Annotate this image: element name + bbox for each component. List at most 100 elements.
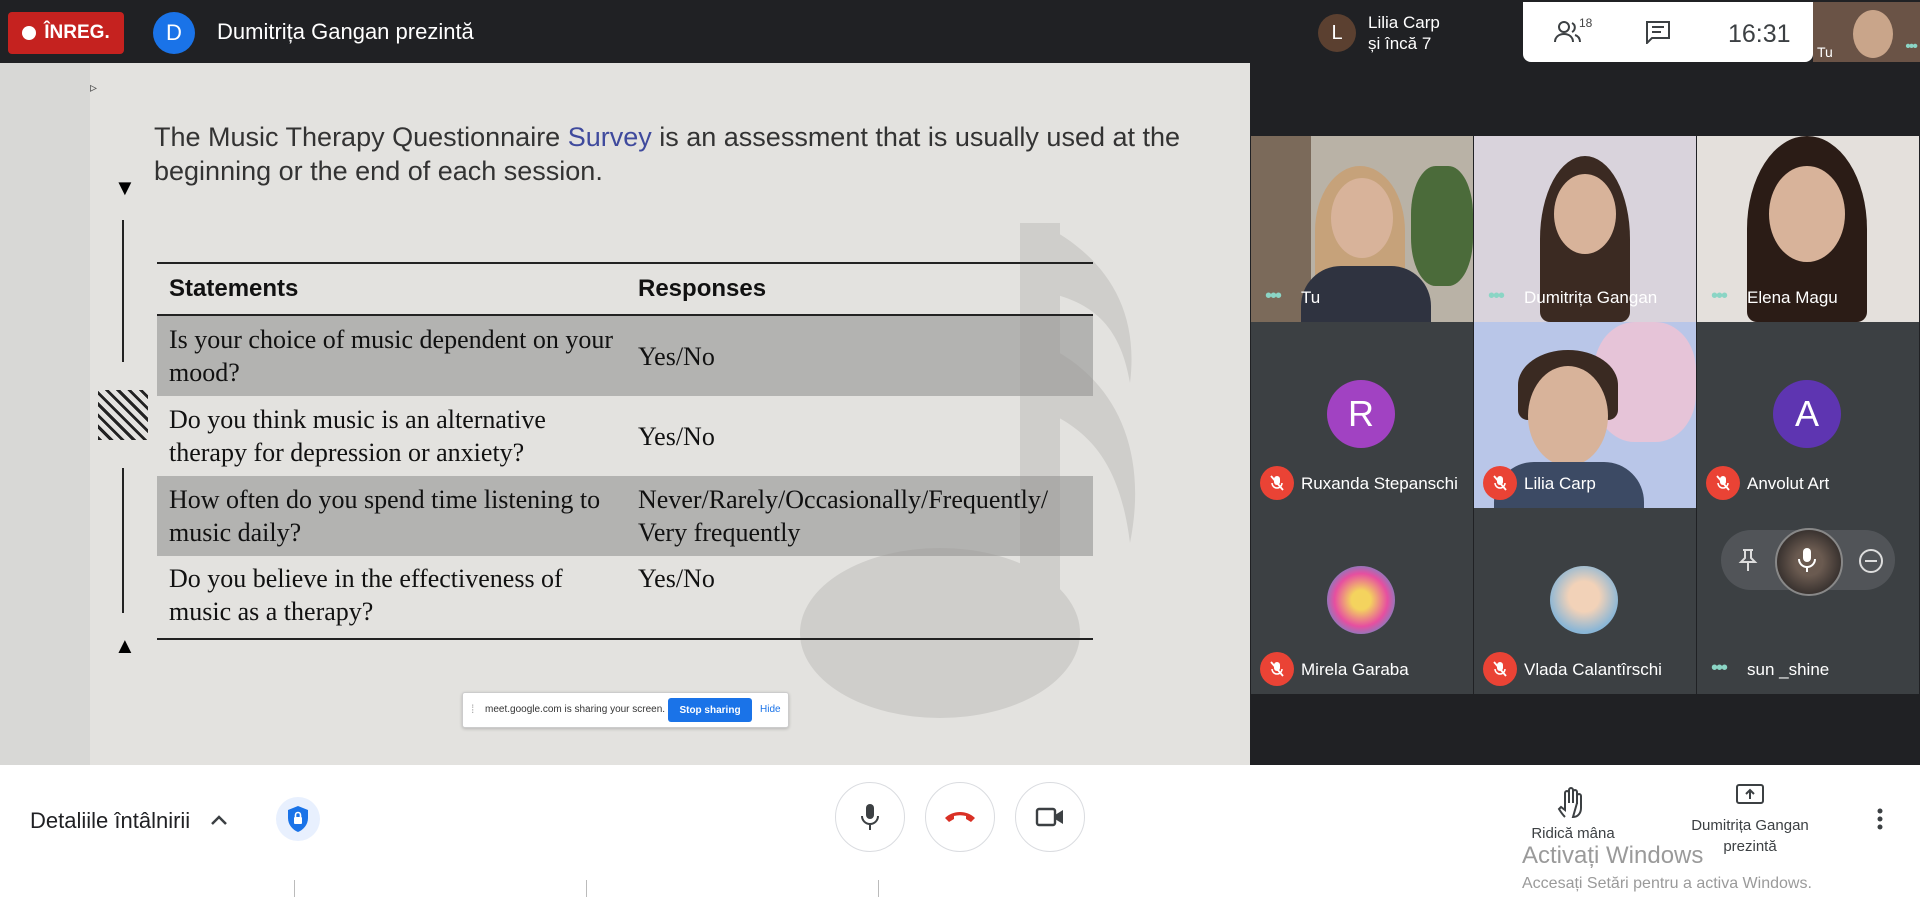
response-cell: Yes/No	[626, 315, 1093, 396]
active-speaker-text: Lilia Carp și încă 7	[1368, 12, 1440, 54]
divider	[586, 880, 587, 897]
bottom-control-bar: Detaliile întâlnirii Ridică mâna Dumitri…	[0, 765, 1920, 897]
intro-before: The Music Therapy Questionnaire	[154, 122, 568, 152]
table-header-row: Statements Responses	[157, 263, 1093, 316]
self-view-face	[1853, 10, 1893, 58]
arrow-up-icon: ▲	[114, 633, 136, 658]
participant-name: Anvolut Art	[1747, 474, 1830, 493]
presenter-avatar: D	[153, 12, 195, 54]
mic-off-icon	[1260, 466, 1294, 500]
participant-name: Elena Magu	[1747, 288, 1838, 307]
table-row: Is your choice of music dependent on you…	[157, 315, 1093, 396]
table-row: How often do you spend time listening to…	[157, 476, 1093, 556]
participant-name: Vlada Calantîrschi	[1524, 660, 1662, 679]
participant-name: Lilia Carp	[1524, 474, 1596, 493]
chevron-up-icon[interactable]	[207, 809, 231, 833]
more-dots-icon[interactable]: •••	[1488, 285, 1505, 308]
camera-button[interactable]	[1015, 782, 1085, 852]
mic-icon[interactable]	[1795, 546, 1819, 574]
participant-avatar: R	[1327, 380, 1395, 448]
recording-indicator[interactable]: ÎNREG.	[8, 12, 124, 54]
response-cell: Yes/No	[638, 421, 715, 451]
plant	[1411, 166, 1473, 286]
participant-name: Mirela Garaba	[1301, 660, 1409, 679]
windows-activation-subtitle: Accesați Setări pentru a activa Windows.	[1522, 875, 1812, 892]
mic-off-icon	[1483, 652, 1517, 686]
timeline-line-top	[122, 220, 124, 362]
clothes	[1301, 266, 1431, 322]
screen-share-bar: ⁞ meet.google.com is sharing your screen…	[462, 692, 789, 728]
participant-tile-vlada[interactable]: Vlada Calantîrschi	[1474, 508, 1696, 694]
mouse-cursor-icon: ▹	[90, 79, 98, 95]
participant-tile-tu[interactable]: ••• Tu	[1251, 136, 1473, 322]
participant-tile-mirela[interactable]: Mirela Garaba	[1251, 508, 1473, 694]
host-controls-button[interactable]	[276, 797, 320, 841]
slide-intro-text: The Music Therapy Questionnaire Survey i…	[154, 120, 1204, 188]
leave-call-button[interactable]	[925, 782, 995, 852]
participant-avatar: A	[1773, 380, 1841, 448]
shared-screen: ▹ The Music Therapy Questionnaire Survey…	[0, 63, 1250, 765]
mic-icon	[861, 804, 879, 830]
arrow-down-icon: ▼	[114, 175, 136, 200]
table-row: Do you believe in the effectiveness of m…	[157, 556, 1093, 639]
divider	[294, 880, 295, 897]
hide-share-bar-link[interactable]: Hide	[760, 704, 781, 715]
recording-label: ÎNREG.	[44, 22, 110, 43]
active-speaker-avatar: L	[1318, 14, 1356, 52]
top-bar: ÎNREG. D Dumitrița Gangan prezintă L Lil…	[0, 0, 1920, 63]
survey-table: Statements Responses Is your choice of m…	[157, 262, 1093, 640]
more-dots-icon[interactable]: •••	[1711, 285, 1728, 308]
hatch-pattern-block	[98, 390, 148, 440]
more-dots-icon[interactable]: •••	[1905, 38, 1918, 56]
meeting-details-button[interactable]: Detaliile întâlnirii	[30, 808, 190, 834]
shield-lock-icon	[288, 806, 308, 832]
self-view-thumbnail[interactable]: Tu •••	[1813, 2, 1920, 62]
participant-tile-sun-shine[interactable]: ••• sun _shine	[1697, 508, 1919, 694]
mic-off-icon	[1260, 652, 1294, 686]
present-screen-icon[interactable]	[1735, 783, 1765, 809]
participant-tile-elena[interactable]: ••• Elena Magu	[1697, 136, 1919, 322]
more-dots-icon[interactable]: •••	[1711, 657, 1728, 680]
participant-name: sun _shine	[1747, 660, 1830, 679]
mic-off-icon	[1706, 466, 1740, 500]
more-options-icon[interactable]	[1876, 807, 1884, 831]
pin-icon[interactable]	[1737, 548, 1759, 572]
participant-name: Dumitrița Gangan	[1524, 288, 1658, 307]
participant-tile-lilia[interactable]: Lilia Carp	[1474, 322, 1696, 508]
header-statements: Statements	[157, 263, 626, 316]
presenter-title: Dumitrița Gangan prezintă	[217, 19, 474, 44]
remove-icon[interactable]	[1858, 548, 1884, 574]
timeline-line-bottom	[122, 468, 124, 613]
meeting-info-panel: 18 16:31	[1523, 2, 1813, 62]
active-speaker-name: Lilia Carp	[1368, 13, 1440, 32]
raise-hand-button[interactable]: Ridică mâna	[1525, 825, 1621, 842]
participant-photo-avatar	[1327, 566, 1395, 634]
participant-name: Ruxanda Stepanschi	[1301, 474, 1458, 493]
face	[1769, 166, 1845, 262]
people-count: 18	[1579, 16, 1593, 30]
more-dots-icon[interactable]: •••	[1265, 285, 1282, 308]
header-responses: Responses	[626, 263, 1093, 316]
windows-activation-title: Activați Windows	[1522, 842, 1704, 869]
active-speaker-more: și încă 7	[1368, 34, 1432, 53]
statement-cell: Do you think music is an alternative the…	[169, 405, 546, 467]
share-message: meet.google.com is sharing your screen.	[485, 704, 666, 715]
raise-hand-icon[interactable]	[1525, 787, 1621, 819]
active-speaker-chip[interactable]: L Lilia Carp și încă 7	[1310, 4, 1520, 60]
drag-handle-icon[interactable]: ⁞	[471, 702, 474, 716]
microphone-button[interactable]	[835, 782, 905, 852]
statement-cell: Is your choice of music dependent on you…	[157, 315, 626, 396]
camera-icon	[1035, 807, 1063, 827]
stop-sharing-button[interactable]: Stop sharing	[668, 698, 752, 722]
face	[1554, 174, 1616, 254]
intro-highlight: Survey	[567, 122, 652, 152]
face	[1331, 178, 1393, 258]
participant-tile-anvolut[interactable]: A Anvolut Art	[1697, 322, 1919, 508]
clock: 16:31	[1728, 20, 1791, 48]
participant-name: Tu	[1301, 288, 1321, 307]
response-cell: Never/Rarely/Occasionally/Frequently/ Ve…	[626, 476, 1093, 556]
participant-tile-dumitrita[interactable]: ••• Dumitrița Gangan	[1474, 136, 1696, 322]
chat-icon[interactable]	[1645, 20, 1671, 44]
participant-tile-ruxanda[interactable]: R Ruxanda Stepanschi	[1251, 322, 1473, 508]
table-row: Do you think music is an alternative the…	[157, 396, 1093, 476]
